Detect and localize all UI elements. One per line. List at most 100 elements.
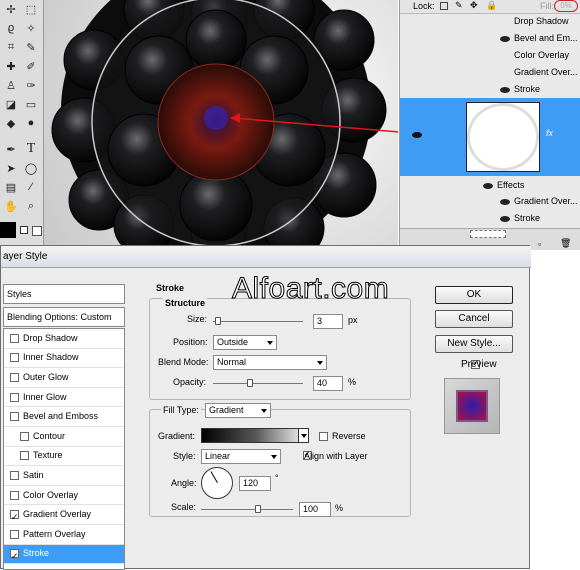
history-brush-icon[interactable]: ✑ xyxy=(22,76,40,94)
layer-effect-row[interactable]: Drop Shadow xyxy=(400,13,580,30)
slice-tool-icon[interactable]: ✎ xyxy=(22,38,40,56)
style-item-outer-glow[interactable]: Outer Glow xyxy=(4,368,124,388)
style-item-drop-shadow[interactable]: Drop Shadow xyxy=(4,329,124,349)
style-item-checkbox[interactable] xyxy=(10,372,19,382)
style-item-checkbox[interactable] xyxy=(10,353,19,363)
hand-tool-icon[interactable]: ✋ xyxy=(2,197,20,215)
style-item-checkbox[interactable] xyxy=(10,333,19,343)
angle-dial[interactable] xyxy=(201,467,233,499)
eraser-tool-icon[interactable]: ◪ xyxy=(2,95,20,113)
dialog-title[interactable]: ayer Style xyxy=(1,246,531,268)
eye-icon[interactable] xyxy=(500,87,510,93)
type-tool-icon[interactable]: T xyxy=(22,140,40,158)
style-item-checkbox[interactable] xyxy=(10,412,19,422)
clone-stamp-icon[interactable]: ♙ xyxy=(2,76,20,94)
lock-all-icon[interactable]: 🔒 xyxy=(486,0,497,11)
style-item-checkbox[interactable] xyxy=(10,490,19,500)
styles-header[interactable]: Styles xyxy=(3,284,125,304)
layer-effect-row[interactable]: Bevel and Em... xyxy=(400,30,580,47)
style-item-checkbox[interactable] xyxy=(10,529,19,539)
dodge-tool-icon[interactable]: ● xyxy=(22,114,40,132)
opacity-slider-thumb[interactable] xyxy=(247,379,253,387)
foreground-color-swatch[interactable] xyxy=(0,222,16,238)
scale-input[interactable]: 100 xyxy=(299,502,331,517)
style-item-texture[interactable]: Texture xyxy=(4,447,124,467)
style-item-checkbox[interactable] xyxy=(20,431,29,441)
move-tool-icon[interactable]: ✢ xyxy=(2,0,20,18)
fx-icon[interactable]: fx xyxy=(546,128,553,138)
style-item-inner-shadow[interactable]: Inner Shadow xyxy=(4,349,124,369)
lock-position-icon[interactable]: ✥ xyxy=(470,0,478,11)
reverse-checkbox[interactable] xyxy=(319,432,328,441)
style-item-checkbox[interactable] xyxy=(10,508,19,527)
style-item-gradient-overlay[interactable]: Gradient Overlay xyxy=(4,505,124,527)
crop-tool-icon[interactable]: ⌗ xyxy=(2,38,20,56)
marquee-tool-icon[interactable]: ⬚ xyxy=(22,0,40,18)
healing-brush-icon[interactable]: ✚ xyxy=(2,57,20,75)
selected-layer-row[interactable]: fx xyxy=(400,98,580,176)
style-item-checkbox[interactable] xyxy=(10,392,19,402)
layer-effect-row[interactable]: Stroke xyxy=(400,81,580,98)
size-input[interactable]: 3 xyxy=(313,314,343,329)
scale-slider[interactable] xyxy=(201,505,293,513)
eye-icon[interactable] xyxy=(412,132,422,138)
style-item-contour[interactable]: Contour xyxy=(4,427,124,447)
gradient-tool-icon[interactable]: ▭ xyxy=(22,95,40,113)
document-canvas[interactable] xyxy=(44,0,398,245)
swap-colors-icon[interactable] xyxy=(20,226,28,234)
eyedropper-tool-icon[interactable]: ⁄ xyxy=(22,178,40,196)
pen-tool-icon[interactable]: ✒ xyxy=(2,140,20,158)
layer-effect-row[interactable]: Gradient Over... xyxy=(400,193,580,210)
layer-effect-row[interactable]: Color Overlay xyxy=(400,47,580,64)
style-item-checkbox[interactable] xyxy=(20,451,29,461)
blur-tool-icon[interactable]: ◆ xyxy=(2,114,20,132)
scale-slider-thumb[interactable] xyxy=(255,505,261,513)
gradient-dropdown[interactable] xyxy=(298,429,308,442)
style-item-checkbox[interactable] xyxy=(10,470,19,480)
position-select[interactable]: Outside xyxy=(213,335,277,350)
lock-image-icon[interactable]: ✎ xyxy=(455,0,463,11)
zoom-tool-icon[interactable]: ⌕ xyxy=(22,197,40,215)
style-select[interactable]: Linear xyxy=(201,449,281,464)
trash-icon[interactable]: 🗑 xyxy=(560,238,571,249)
style-item-satin[interactable]: Satin xyxy=(4,466,124,486)
style-item-bevel-and-emboss[interactable]: Bevel and Emboss xyxy=(4,407,124,427)
lasso-tool-icon[interactable]: ϱ xyxy=(2,19,20,37)
size-slider-thumb[interactable] xyxy=(215,317,221,325)
fill-field[interactable]: 0% xyxy=(554,0,578,12)
brush-tool-icon[interactable]: ✐ xyxy=(22,57,40,75)
blending-options-item[interactable]: Blending Options: Custom xyxy=(3,307,125,327)
path-selection-icon[interactable]: ➤ xyxy=(2,159,20,177)
layer-effect-row[interactable]: Stroke xyxy=(400,210,580,227)
style-item-pattern-overlay[interactable]: Pattern Overlay xyxy=(4,525,124,545)
eye-icon[interactable] xyxy=(483,183,493,189)
layer-effect-row[interactable]: Gradient Over... xyxy=(400,64,580,81)
blend-mode-select[interactable]: Normal xyxy=(213,355,327,370)
gradient-preview[interactable] xyxy=(201,428,309,443)
watermark-text: Alfoart.com xyxy=(231,272,390,306)
size-slider[interactable] xyxy=(213,317,303,325)
style-item-color-overlay[interactable]: Color Overlay xyxy=(4,486,124,506)
angle-input[interactable]: 120 xyxy=(239,476,271,491)
opacity-input[interactable]: 40 xyxy=(313,376,343,391)
layers-panel: Lock: ✎ ✥ 🔒 Fill: 0% Drop Shadow Bevel a… xyxy=(399,0,580,250)
eye-icon[interactable] xyxy=(500,216,510,222)
style-item-checkbox[interactable] xyxy=(10,547,19,566)
notes-tool-icon[interactable]: ▤ xyxy=(2,178,20,196)
new-style-button[interactable]: New Style... xyxy=(435,335,513,353)
opacity-slider[interactable] xyxy=(213,379,303,387)
style-item-inner-glow[interactable]: Inner Glow xyxy=(4,388,124,408)
eye-icon[interactable] xyxy=(500,199,510,205)
new-layer-icon[interactable]: ▫ xyxy=(538,239,541,249)
fill-type-select[interactable]: Gradient xyxy=(205,403,271,418)
effects-header-row[interactable]: Effects xyxy=(400,177,580,194)
chevron-down-icon xyxy=(317,361,323,365)
cancel-button[interactable]: Cancel xyxy=(435,310,513,328)
magic-wand-icon[interactable]: ✧ xyxy=(22,19,40,37)
ok-button[interactable]: OK xyxy=(435,286,513,304)
ellipse-tool-icon[interactable]: ◯ xyxy=(22,159,40,177)
style-item-stroke[interactable]: Stroke xyxy=(4,544,124,566)
eye-icon[interactable] xyxy=(500,36,510,42)
background-color-swatch[interactable] xyxy=(32,226,42,236)
lock-transparent-icon[interactable] xyxy=(440,2,448,10)
